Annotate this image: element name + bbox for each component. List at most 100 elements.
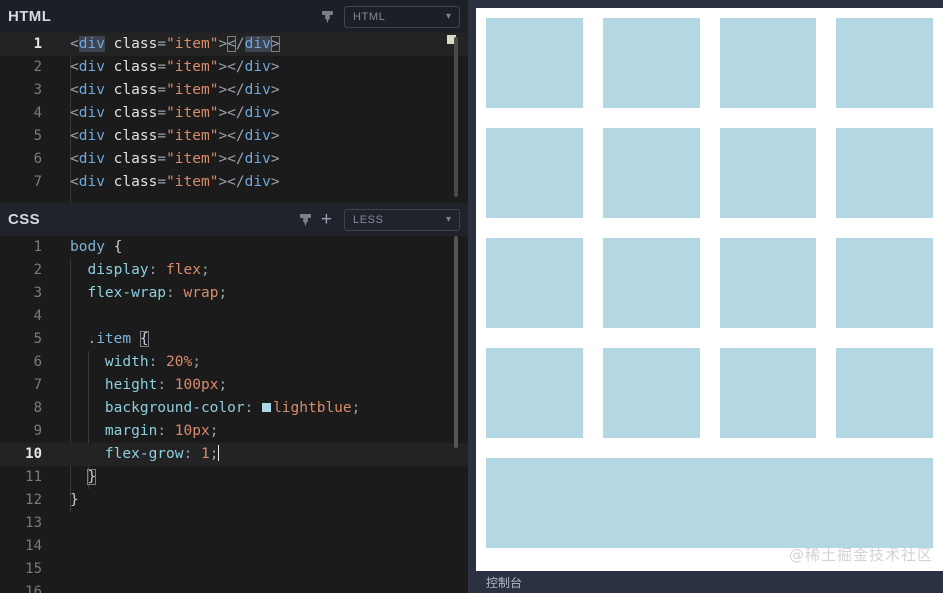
code-line[interactable]: 3 <div class="item"></div>	[0, 79, 468, 102]
line-content: body {	[70, 239, 123, 255]
code-line[interactable]: 8 background-color: lightblue;	[0, 397, 468, 420]
line-number: 1	[33, 36, 42, 52]
line-number: 4	[33, 308, 42, 324]
code-line[interactable]: 4	[0, 305, 468, 328]
code-line[interactable]: 1 <div class="item"></div>	[0, 33, 468, 56]
preview-item	[719, 238, 817, 328]
line-content: margin: 10px;	[104, 423, 219, 439]
preview-item	[836, 128, 933, 218]
line-content	[56, 305, 70, 328]
code-line[interactable]: 11 }	[0, 466, 468, 489]
line-content: <div class="item"></div>	[70, 151, 280, 167]
console-bar[interactable]: 控制台	[476, 571, 943, 593]
code-line[interactable]: 5 .item {	[0, 328, 468, 351]
html-language-select[interactable]: HTML ▾	[344, 5, 460, 28]
code-line[interactable]: 2 display: flex;	[0, 259, 468, 282]
brush-icon[interactable]	[316, 6, 338, 28]
preview-item	[836, 238, 933, 328]
line-number: 2	[33, 59, 42, 75]
watermark-text: @稀土掘金技术社区	[788, 546, 933, 564]
html-editor-scrollbar[interactable]	[454, 33, 458, 203]
line-number: 14	[25, 538, 42, 554]
line-number: 12	[25, 492, 42, 508]
code-line[interactable]: 13	[0, 512, 468, 535]
item-grid	[476, 8, 943, 558]
code-line[interactable]: 4 <div class="item"></div>	[0, 102, 468, 125]
color-swatch-icon	[262, 402, 272, 412]
add-external-resource-button[interactable]: +	[321, 210, 332, 229]
line-number: 4	[33, 105, 42, 121]
html-editor-pane: HTML HTML ▾ 1 <div class="item"></div> 2…	[0, 0, 468, 203]
text-caret	[218, 445, 220, 461]
preview-item	[486, 128, 583, 218]
line-number: 7	[33, 174, 42, 190]
html-code-area[interactable]: 1 <div class="item"></div> 2 <div class=…	[0, 33, 468, 203]
code-line[interactable]: 9 margin: 10px;	[0, 420, 468, 443]
css-editor-scrollbar[interactable]	[454, 236, 458, 593]
preview-item	[486, 458, 933, 548]
code-line[interactable]: 7 <div class="item"></div>	[0, 171, 468, 194]
preview-iframe[interactable]: @稀土掘金技术社区	[476, 8, 943, 571]
codepen-editor-window: HTML HTML ▾ 1 <div class="item"></div> 2…	[0, 0, 943, 593]
css-code-area[interactable]: 1 body { 2 display: flex; 3 flex-wrap: w…	[0, 236, 468, 593]
console-label: 控制台	[486, 575, 523, 590]
css-language-select[interactable]: LESS ▾	[344, 208, 460, 231]
code-line[interactable]: 10 flex-grow: 1;	[0, 443, 468, 466]
line-content: }	[70, 492, 79, 508]
code-line[interactable]: 5 <div class="item"></div>	[0, 125, 468, 148]
css-pane-header: CSS + LESS ▾	[0, 203, 468, 236]
code-line[interactable]: 3 flex-wrap: wrap;	[0, 282, 468, 305]
line-number: 2	[33, 262, 42, 278]
line-content	[56, 512, 70, 535]
code-line[interactable]: 6 width: 20%;	[0, 351, 468, 374]
scrollbar-thumb[interactable]	[454, 236, 458, 448]
line-number: 9	[33, 423, 42, 439]
preview-column: @稀土掘金技术社区 控制台	[468, 0, 943, 593]
line-number: 15	[25, 561, 42, 577]
brush-icon[interactable]	[295, 209, 317, 231]
code-line[interactable]: 12 }	[0, 489, 468, 512]
preview-item	[486, 18, 583, 108]
line-number: 6	[33, 151, 42, 167]
line-number: 7	[33, 377, 42, 393]
preview-item	[836, 348, 933, 438]
line-content: background-color: lightblue;	[104, 400, 361, 416]
code-line[interactable]: 7 height: 100px;	[0, 374, 468, 397]
line-content	[56, 558, 70, 581]
editor-column: HTML HTML ▾ 1 <div class="item"></div> 2…	[0, 0, 468, 593]
chevron-down-icon: ▾	[445, 213, 451, 225]
line-content: <div class="item"></div>	[70, 174, 280, 190]
code-line[interactable]: 1 body {	[0, 236, 468, 259]
html-pane-title: HTML	[8, 8, 52, 25]
line-content: display: flex;	[87, 262, 210, 278]
line-content: <div class="item"></div>	[70, 82, 280, 98]
line-number: 1	[33, 239, 42, 255]
line-content: <div class="item"></div>	[70, 128, 280, 144]
css-language-label: LESS	[353, 213, 384, 226]
code-line[interactable]: 16	[0, 581, 468, 593]
code-line[interactable]: 6 <div class="item"></div>	[0, 148, 468, 171]
preview-item	[719, 128, 817, 218]
line-number: 8	[33, 400, 42, 416]
preview-item	[602, 128, 700, 218]
preview-item	[486, 238, 583, 328]
preview-item	[602, 348, 700, 438]
code-line[interactable]: 15	[0, 558, 468, 581]
line-number: 5	[33, 331, 42, 347]
line-number: 3	[33, 285, 42, 301]
line-number: 6	[33, 354, 42, 370]
line-number: 11	[25, 469, 42, 485]
line-number: 13	[25, 515, 42, 531]
scrollbar-thumb[interactable]	[454, 37, 458, 197]
css-pane-title: CSS	[8, 211, 41, 228]
code-line[interactable]: 14	[0, 535, 468, 558]
line-content: .item {	[87, 331, 149, 347]
line-number: 5	[33, 128, 42, 144]
code-line[interactable]: 2 <div class="item"></div>	[0, 56, 468, 79]
line-content: <div class="item"></div>	[70, 36, 280, 52]
line-content: <div class="item"></div>	[70, 105, 280, 121]
preview-item	[719, 348, 817, 438]
preview-item	[602, 18, 700, 108]
css-editor-pane: CSS + LESS ▾ 1 body {2 display: flex; 3…	[0, 203, 468, 593]
preview-item	[486, 348, 583, 438]
